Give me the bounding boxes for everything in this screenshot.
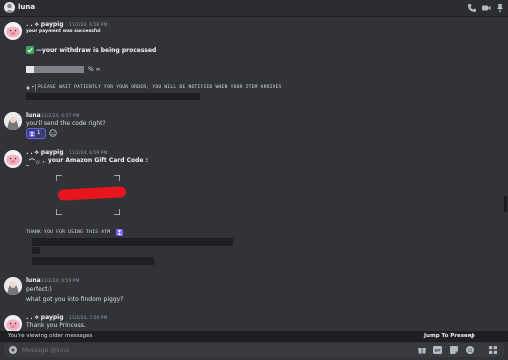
plus-icon[interactable] (9, 346, 17, 354)
chevron-down-icon (469, 334, 475, 339)
gift-card-prefix: _⌒☆ · (26, 159, 45, 166)
emoji-icon[interactable] (466, 346, 474, 354)
apps-icon[interactable] (489, 346, 497, 354)
hourglass-icon (116, 229, 123, 236)
notice-text: PLEASE WAIT PATIENTLY FOR YOUR ORDER, YO… (38, 85, 282, 90)
video-icon[interactable] (481, 3, 491, 13)
divider (35, 84, 36, 91)
check-icon (26, 46, 34, 54)
withdraw-status: —your withdraw is being processed (36, 47, 157, 54)
reaction-count: 1 (37, 130, 41, 136)
message-text: Thank you Princess. (26, 322, 86, 329)
redacted-block (32, 247, 40, 254)
phone-icon[interactable] (467, 3, 477, 13)
older-messages-banner: You're viewing older messages Jump To Pr… (0, 331, 508, 342)
message-username[interactable]: luna (26, 277, 41, 284)
gift-card-heading: your Amazon Gift Card Code : (48, 157, 148, 164)
title-bar: luna (0, 0, 508, 17)
message-username[interactable]: luna (26, 112, 41, 119)
message-text: you'll send the code right? (26, 120, 106, 127)
message-timestamp: 11/2/24, 7:00 PM (69, 315, 108, 321)
message-username[interactable]: . . ⟡ paypig (26, 21, 64, 29)
progress-start-block (26, 66, 34, 73)
redacted-block (32, 238, 233, 246)
avatar[interactable] (4, 22, 22, 40)
message-subtext: your payment was successful (26, 29, 101, 34)
jump-to-present-button[interactable]: Jump To Present (418, 331, 480, 342)
progress-bar (34, 66, 84, 73)
gif-icon[interactable]: GIF (433, 346, 442, 354)
message-timestamp: 11/2/24, 6:57 PM (41, 113, 80, 119)
pin-icon[interactable] (495, 3, 505, 13)
sparkle-icon (26, 85, 34, 91)
gift-icon[interactable] (418, 346, 426, 354)
message-timestamp: 11/2/24, 6:59 PM (69, 150, 108, 156)
message-text: perfect:) (26, 286, 52, 293)
hourglass-icon (29, 130, 35, 137)
user-avatar-icon (4, 112, 22, 130)
sticker-icon[interactable] (450, 346, 458, 354)
svg-text:GIF: GIF (434, 349, 441, 353)
jump-label: Jump To Present (424, 333, 475, 339)
redacted-block (26, 93, 200, 100)
avatar[interactable] (4, 277, 22, 295)
scrollbar-thumb[interactable] (504, 196, 507, 212)
message-timestamp: 11/2/24, 6:59 PM (41, 278, 80, 284)
progress-suffix: % ∞ (88, 66, 101, 73)
message-input[interactable] (22, 345, 402, 355)
avatar[interactable] (4, 2, 15, 13)
add-reaction-icon[interactable] (49, 129, 57, 137)
message-text: what got you into findom piggy? (26, 296, 124, 303)
thanks-text: THANK YOU FOR USING THIS ATM (26, 230, 111, 235)
pig-icon (6, 154, 20, 166)
channel-title: luna (18, 3, 36, 11)
pig-icon (6, 26, 20, 38)
message-username[interactable]: . . ⟡ paypig (26, 149, 64, 157)
reaction-chip[interactable]: 1 (26, 128, 46, 139)
banner-text: You're viewing older messages (8, 333, 93, 339)
redacted-block (32, 257, 154, 265)
message-timestamp: 11/2/24, 6:56 PM (69, 22, 108, 28)
avatar[interactable] (4, 112, 22, 130)
user-avatar-icon (4, 277, 22, 295)
avatar[interactable] (4, 150, 22, 168)
message-username[interactable]: . . ⟡ paypig (26, 314, 64, 322)
message-composer: GIF (4, 343, 504, 357)
